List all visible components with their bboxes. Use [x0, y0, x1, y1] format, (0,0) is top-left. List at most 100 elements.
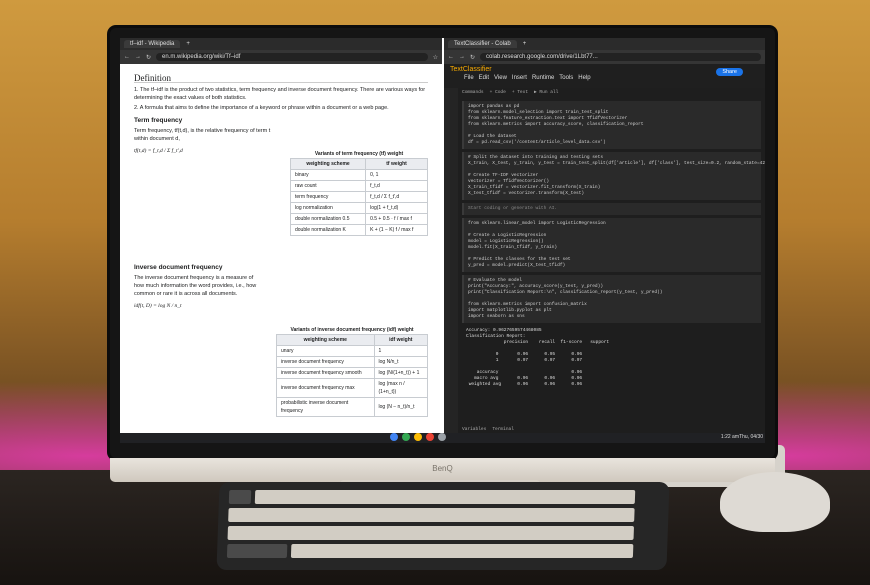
tf-table-caption: Variants of term frequency (tf) weight [314, 151, 404, 157]
idf-table-caption: Variants of inverse document frequency (… [290, 327, 414, 333]
empty-cell[interactable]: Start coding or generate with AI. [462, 203, 761, 215]
menu-file[interactable]: File [464, 75, 474, 81]
tab-wikipedia[interactable]: tf–idf - Wikipedia [124, 40, 181, 48]
monitor: tf–idf - Wikipedia + ← → ↻ en.m.wikipedi… [110, 28, 775, 458]
idf-cell: inverse document frequency [276, 356, 375, 368]
colab-sidebar [444, 88, 458, 433]
code-cell[interactable]: # Evaluate the model print("Accuracy:", … [462, 275, 761, 323]
menu-tools[interactable]: Tools [559, 75, 573, 81]
key-row [227, 526, 634, 540]
key-row [254, 490, 636, 504]
idf-table-header: idf weight [373, 334, 429, 346]
colab-window: TextClassifier - Colab + ← → ↻ colab.res… [444, 38, 765, 443]
tab-colab[interactable]: TextClassifier - Colab [448, 40, 517, 48]
screen: tf–idf - Wikipedia + ← → ↻ en.m.wikipedi… [120, 38, 765, 443]
tab-bar: TextClassifier - Colab + [444, 38, 765, 50]
wikipedia-window: tf–idf - Wikipedia + ← → ↻ en.m.wikipedi… [120, 38, 442, 443]
app-icon[interactable] [438, 433, 446, 441]
menu-insert[interactable]: Insert [512, 75, 527, 81]
tf-cell: 0, 1 [365, 169, 428, 181]
idf-cell: unary [276, 345, 375, 357]
tf-cell: double normalization 0.5 [289, 213, 367, 225]
notebook-toolbar: Commands + Code + Text ▶ Run all [458, 88, 765, 98]
run-all-button[interactable]: ▶ Run all [534, 90, 558, 96]
mouse [720, 472, 830, 532]
idf-cell: inverse document frequency max [276, 378, 375, 398]
app-icon[interactable] [390, 433, 398, 441]
keyboard [216, 482, 670, 570]
idf-cell: log (N/(1+n_t)) + 1 [373, 367, 429, 379]
idf-table-header: weighting scheme [276, 334, 375, 346]
address-bar: ← → ↻ en.m.wikipedia.org/wiki/Tf–idf ☆ [120, 50, 442, 64]
idf-cell: inverse document frequency smooth [276, 367, 375, 379]
reload-icon[interactable]: ↻ [470, 54, 475, 61]
menu-help[interactable]: Help [578, 75, 590, 81]
idf-cell: 1 [373, 345, 429, 357]
tf-cell: 0.5 + 0.5 · f / max f [365, 213, 428, 225]
idf-cell: log N/n_t [373, 356, 429, 368]
menu-runtime[interactable]: Runtime [532, 75, 554, 81]
monitor-logo: BenQ [432, 464, 453, 473]
cell-output: Accuracy: 0.9627659574468085 Classificat… [466, 328, 610, 387]
url-field[interactable]: en.m.wikipedia.org/wiki/Tf–idf [156, 53, 428, 61]
key [228, 490, 252, 504]
clock-time: 1:22 am [720, 434, 739, 440]
key-row [228, 508, 635, 522]
tf-cell: K + (1 − K) f / max f [365, 224, 428, 236]
idf-heading: Inverse document frequency [134, 264, 223, 271]
definition-heading: Definition [134, 74, 428, 83]
notebook-body: Commands + Code + Text ▶ Run all import … [458, 88, 765, 433]
share-button[interactable]: Share [716, 68, 743, 76]
os-taskbar: 1:22 am Thu, 04/30 [120, 433, 765, 443]
code-cell[interactable]: # Split the dataset into training and te… [462, 152, 765, 200]
wiki-article: Definition 1. The tf–idf is the product … [120, 64, 442, 443]
tf-cell: f_t,d / Σ f_t',d [365, 191, 428, 203]
colab-header: TextClassifier File Edit View Insert Run… [444, 64, 765, 88]
add-text-button[interactable]: + Text [512, 90, 528, 96]
idf-cell: probabilistic inverse document frequency [276, 397, 375, 417]
new-tab-icon[interactable]: + [523, 41, 527, 47]
clock-date: Thu, 04/30 [739, 434, 763, 440]
term-frequency-heading: Term frequency [134, 117, 183, 124]
key [226, 544, 288, 558]
idf-formula: idf(t, D) = log N / n_t [134, 303, 182, 309]
tab-bar: tf–idf - Wikipedia + [120, 38, 442, 50]
url-field[interactable]: colab.research.google.com/drive/1Lbt77..… [480, 53, 761, 61]
star-icon[interactable]: ☆ [433, 54, 438, 61]
commands-button[interactable]: Commands [462, 90, 484, 96]
idf-cell: log (N − n_t)/n_t [373, 397, 429, 417]
app-icon[interactable] [414, 433, 422, 441]
app-icon[interactable] [402, 433, 410, 441]
code-cell[interactable]: import pandas as pd from sklearn.model_s… [462, 101, 761, 149]
tf-cell: raw count [289, 180, 367, 192]
forward-icon[interactable]: → [135, 54, 141, 60]
idf-table: Variants of inverse document frequency (… [276, 326, 429, 417]
reload-icon[interactable]: ↻ [146, 54, 151, 61]
definition-item: 2. A formula that aims to define the imp… [134, 105, 389, 111]
key-row [290, 544, 634, 558]
menu-bar: File Edit View Insert Runtime Tools Help [464, 75, 591, 81]
tf-table-header: weighting scheme [289, 158, 367, 170]
dock [390, 433, 446, 441]
code-cell[interactable]: from sklearn.linear_model import Logisti… [462, 218, 761, 272]
menu-view[interactable]: View [494, 75, 507, 81]
address-bar: ← → ↻ colab.research.google.com/drive/1L… [444, 50, 765, 64]
idf-text: The inverse document frequency is a meas… [134, 275, 257, 297]
tf-cell: binary [289, 169, 367, 181]
tf-cell: f_t,d [365, 180, 428, 192]
forward-icon[interactable]: → [459, 54, 465, 60]
tf-cell: log(1 + f_t,d) [365, 202, 428, 214]
add-code-button[interactable]: + Code [490, 90, 506, 96]
new-tab-icon[interactable]: + [186, 41, 190, 47]
back-icon[interactable]: ← [448, 54, 454, 60]
idf-cell: log (max n / (1+n_t)) [373, 378, 429, 398]
tf-table-header: tf weight [365, 158, 428, 170]
definition-item: 1. The tf–idf is the product of two stat… [134, 87, 426, 101]
back-icon[interactable]: ← [124, 54, 130, 60]
menu-edit[interactable]: Edit [479, 75, 489, 81]
term-frequency-text: Term frequency, tf(t,d), is the relative… [134, 128, 271, 142]
tf-cell: double normalization K [289, 224, 367, 236]
app-icon[interactable] [426, 433, 434, 441]
monitor-chin: BenQ [110, 458, 775, 482]
tf-table: Variants of term frequency (tf) weight w… [289, 150, 428, 236]
